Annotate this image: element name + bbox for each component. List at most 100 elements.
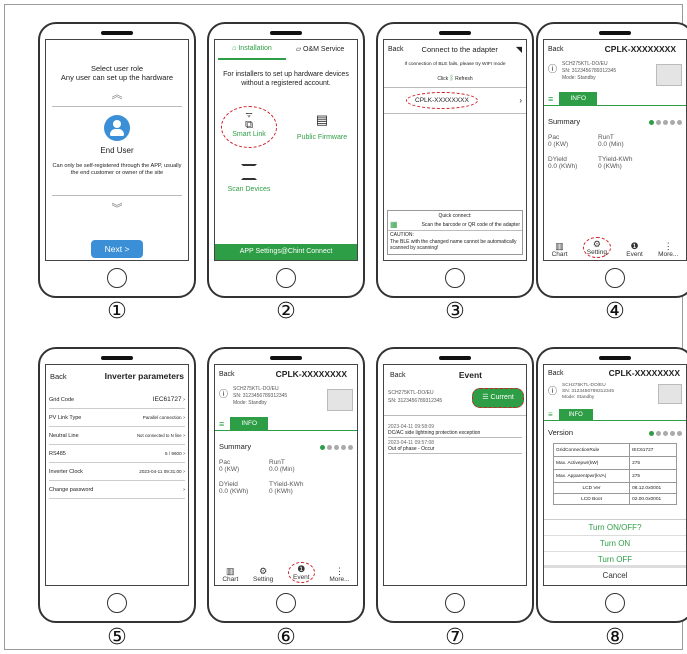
- phone-1: Select user role Any user can set up the…: [38, 22, 196, 298]
- param-label: Grid Code: [49, 396, 75, 403]
- nav-more[interactable]: ⋮ More...: [658, 241, 678, 258]
- summary-row: Summary: [544, 106, 686, 130]
- tab-installation[interactable]: ⌂ Installation: [218, 40, 286, 60]
- smart-link-button[interactable]: ᯤ ⧉ Smart Link: [221, 106, 277, 148]
- info-tab[interactable]: INFO: [558, 409, 593, 420]
- param-row[interactable]: Inverter Clock 2023-04-11 09:31:00 ›: [49, 463, 185, 481]
- tab-om-service[interactable]: ▱ O&M Service: [286, 41, 354, 59]
- info-icon[interactable]: ⓘ: [548, 384, 557, 397]
- role-label[interactable]: End User: [46, 146, 188, 155]
- param-label: RS485: [49, 450, 66, 457]
- menu-icon[interactable]: ≡: [548, 409, 553, 420]
- nav-more[interactable]: ⋮ More...: [329, 566, 349, 583]
- back-button[interactable]: Back: [548, 370, 564, 377]
- info-icon[interactable]: ⓘ: [548, 62, 557, 75]
- back-button[interactable]: Back: [50, 372, 67, 381]
- turn-on-button[interactable]: Turn ON: [544, 536, 686, 552]
- home-button[interactable]: [107, 593, 127, 613]
- menu-icon[interactable]: ≡: [548, 92, 553, 105]
- info-tab[interactable]: INFO: [559, 92, 598, 105]
- chart-icon: ▥: [226, 566, 235, 576]
- pager-dots[interactable]: [647, 423, 682, 441]
- speaker: [599, 31, 631, 35]
- table-value: 275: [629, 469, 677, 483]
- param-row[interactable]: Change password ›: [49, 481, 185, 499]
- scan-devices-button[interactable]: Scan Devices: [221, 164, 277, 193]
- next-button[interactable]: Next >: [91, 240, 143, 258]
- current-button[interactable]: ☰ Current: [472, 388, 524, 408]
- step-number: ⑤: [107, 625, 127, 650]
- turn-off-button[interactable]: Turn OFF: [544, 552, 686, 568]
- quick-connect-panel[interactable]: Quick connect: ▦ Scan the barcode or QR …: [387, 210, 523, 255]
- home-button[interactable]: [276, 593, 296, 613]
- step-number: ③: [445, 299, 465, 324]
- speaker: [439, 31, 471, 35]
- speaker: [101, 31, 133, 35]
- param-row[interactable]: RS485 5 / 9600 ›: [49, 445, 185, 463]
- nav-setting[interactable]: ⚙ Setting: [582, 237, 611, 258]
- cancel-button[interactable]: Cancel: [544, 568, 686, 584]
- back-button[interactable]: Back: [548, 46, 564, 53]
- wifi-icon[interactable]: ◥: [516, 45, 522, 54]
- screen-connect-adapter: Back Connect to the adapter ◥ If connect…: [383, 39, 527, 261]
- param-row[interactable]: Neutral Line Not connected to N line ›: [49, 427, 185, 445]
- tab-bar: ⌂ Installation ▱ O&M Service: [215, 40, 357, 60]
- home-button[interactable]: [276, 268, 296, 288]
- home-button[interactable]: [107, 268, 127, 288]
- divider: [52, 106, 182, 107]
- nav-setting[interactable]: ⚙ Setting: [253, 566, 273, 583]
- back-button[interactable]: Back: [390, 372, 406, 379]
- pac-label: Pac: [219, 459, 231, 466]
- role-description: Can only be self-registered through the …: [52, 163, 182, 176]
- screen-event: Back Event SCH275KTL-DO/EU SN: 312345678…: [383, 364, 527, 586]
- event-text: Out of phase - Occur: [388, 446, 435, 452]
- device-card: ⓘ SCH275KTL-DO/EU SN: 3123456789312345 M…: [544, 381, 686, 409]
- speaker: [599, 356, 631, 360]
- event-text: DC/AC side lightning protection exceptio…: [388, 430, 481, 436]
- nav-event[interactable]: ❶ Event: [626, 241, 643, 258]
- chevron-right-icon: ›: [183, 432, 185, 439]
- info-tab[interactable]: INFO: [230, 417, 269, 430]
- nav-event[interactable]: ❶ Event: [287, 562, 315, 583]
- step-number: ①: [107, 299, 127, 324]
- speaker: [270, 356, 302, 360]
- nav-chart[interactable]: ▥ Chart: [222, 566, 238, 583]
- bottom-nav: ▥ Chart ⚙ Setting ❶ Event ⋮ More...: [544, 236, 686, 260]
- param-list: Grid Code IEC61727 › PV Link Type Parallel…: [46, 387, 188, 499]
- tab-om-label: O&M Service: [303, 46, 345, 53]
- event-item[interactable]: 2023-04-11 09:57:08 Out of phase - Occur: [388, 440, 522, 454]
- param-row[interactable]: Grid Code IEC61727 ›: [49, 391, 185, 409]
- home-button[interactable]: [605, 268, 625, 288]
- refresh-row[interactable]: Click ᛒ Refresh: [384, 75, 526, 82]
- chevron-right-icon: ›: [519, 96, 522, 105]
- param-value: IEC61727: [152, 396, 182, 403]
- home-button[interactable]: [445, 268, 465, 288]
- pager-dots[interactable]: [318, 437, 353, 455]
- home-button[interactable]: [605, 593, 625, 613]
- pac-value: 0 (KW): [548, 141, 569, 148]
- param-row[interactable]: PV Link Type Parallel connection ›: [49, 409, 185, 427]
- page-title: Select user role: [90, 64, 144, 73]
- gear-icon: ⚙: [259, 566, 268, 576]
- table-row: GridConnectionRule IEC61727: [552, 443, 677, 457]
- bluetooth-icon: ᛒ: [449, 75, 454, 82]
- info-icon[interactable]: ⓘ: [219, 387, 228, 400]
- chevron-up-icon[interactable]: ︽: [46, 86, 188, 102]
- pager-dots[interactable]: [647, 112, 682, 130]
- device-list-item[interactable]: CPLK-XXXXXXXX ›: [384, 92, 526, 109]
- runt-label: RunT: [598, 134, 614, 141]
- event-device-row: SCH275KTL-DO/EU SN: 3123456789312345 ☰ C…: [384, 385, 526, 415]
- speaker: [101, 356, 133, 360]
- public-firmware-button[interactable]: ▤ Public Firmware: [287, 112, 357, 141]
- user-icon[interactable]: [104, 115, 130, 141]
- chevron-down-icon[interactable]: ︾: [46, 200, 188, 216]
- table-row: Max. Activepwr(kW) 275: [552, 456, 677, 470]
- back-button[interactable]: Back: [219, 371, 235, 378]
- nav-chart[interactable]: ▥ Chart: [552, 241, 568, 258]
- footer-bar[interactable]: APP Settings@Chint Connect: [215, 244, 357, 260]
- home-button[interactable]: [445, 593, 465, 613]
- param-label: Neutral Line: [49, 432, 79, 439]
- back-button[interactable]: Back: [388, 46, 404, 53]
- event-item[interactable]: 2023-04-11 09:58:09 DC/AC side lightning…: [388, 424, 522, 438]
- menu-icon[interactable]: ≡: [219, 417, 224, 430]
